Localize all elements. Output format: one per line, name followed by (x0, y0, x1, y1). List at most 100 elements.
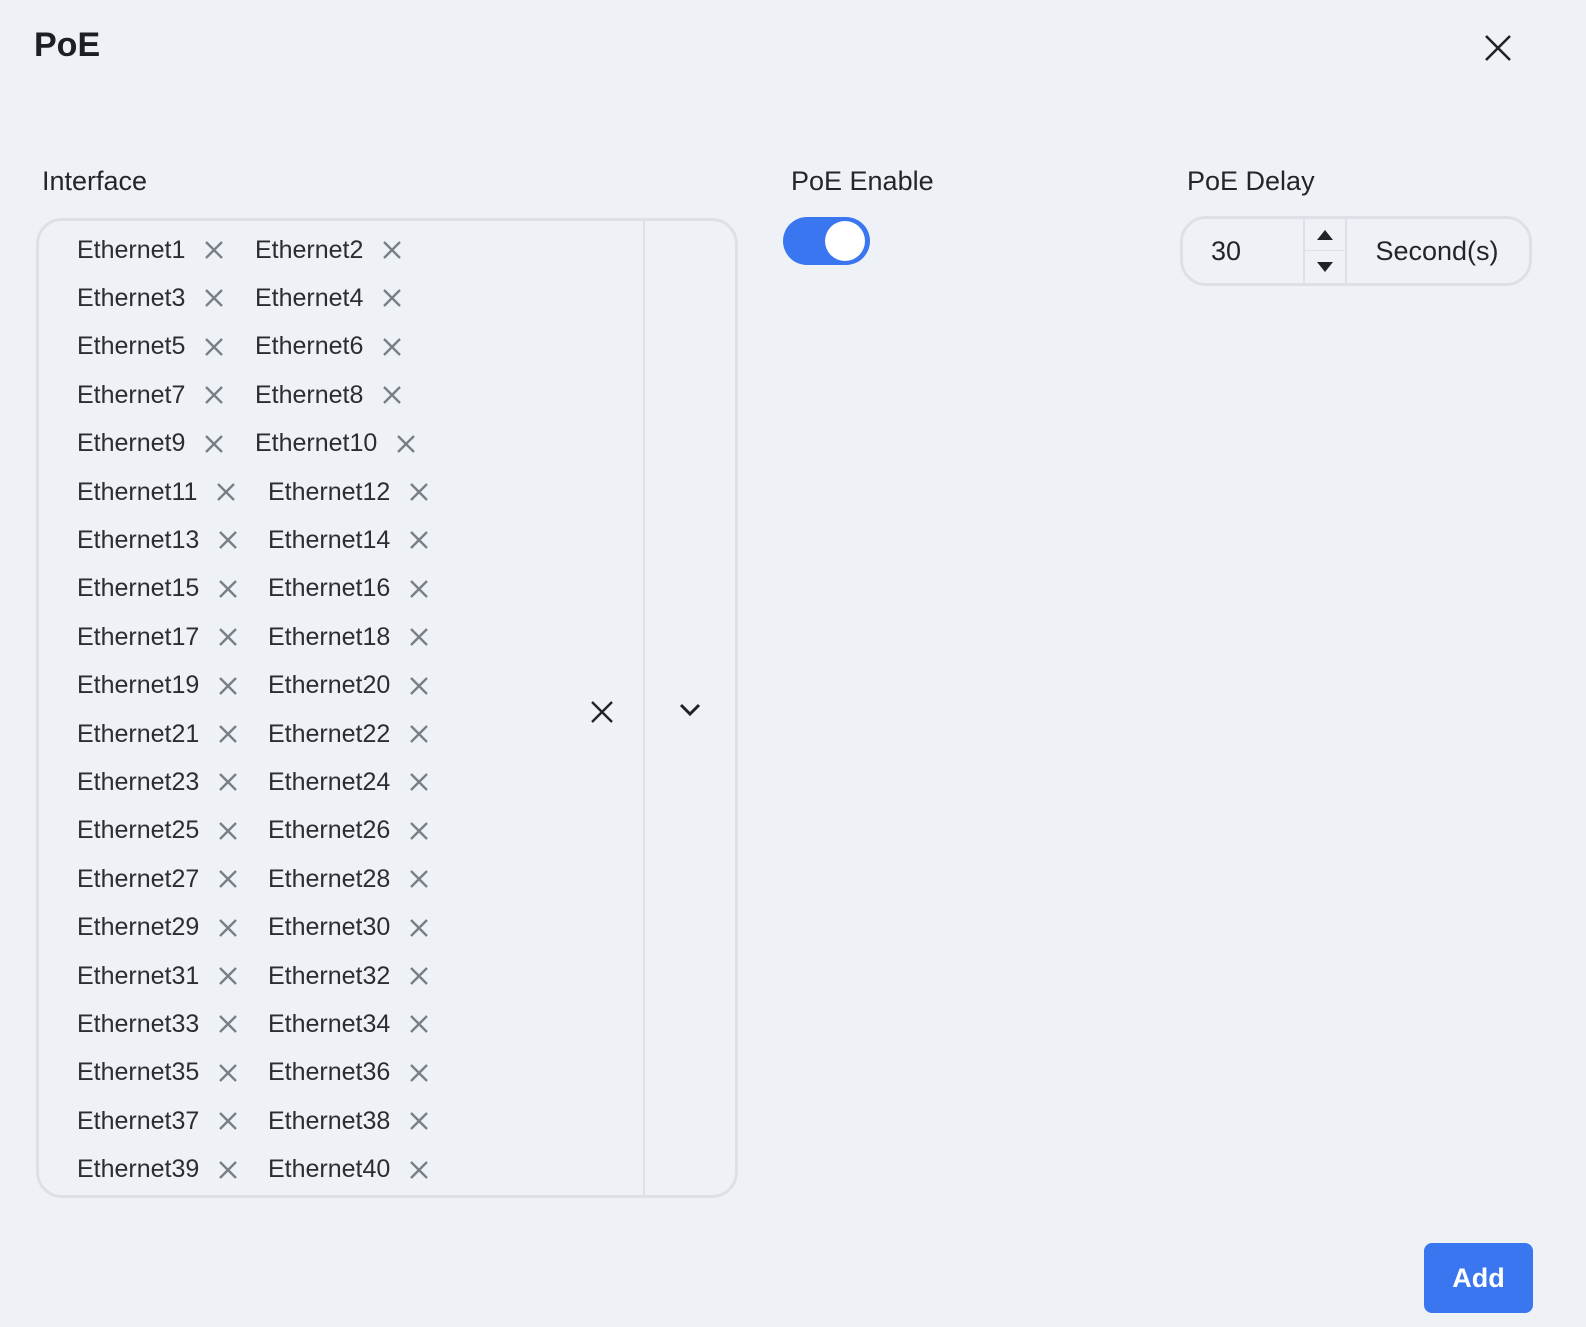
chevron-down-icon (679, 703, 701, 717)
remove-chip-button[interactable] (408, 1013, 430, 1035)
remove-chip-button[interactable] (203, 433, 225, 455)
interface-chip: Ethernet26 (268, 811, 430, 851)
x-icon (410, 483, 429, 501)
remove-chip-button[interactable] (408, 1062, 430, 1084)
remove-chip-button[interactable] (381, 336, 403, 358)
interface-chip: Ethernet9 (77, 424, 225, 464)
interface-chip-label: Ethernet23 (77, 767, 200, 796)
remove-chip-button[interactable] (217, 1013, 239, 1035)
clear-all-button[interactable] (587, 697, 617, 727)
remove-chip-button[interactable] (408, 626, 430, 648)
remove-chip-button[interactable] (408, 529, 430, 551)
interface-chip-label: Ethernet31 (77, 961, 200, 990)
remove-chip-button[interactable] (381, 287, 403, 309)
step-down-button[interactable] (1305, 251, 1345, 283)
remove-chip-button[interactable] (203, 239, 225, 261)
interface-chip-label: Ethernet35 (77, 1058, 200, 1087)
remove-chip-button[interactable] (408, 723, 430, 745)
remove-chip-button[interactable] (215, 481, 237, 503)
remove-chip-button[interactable] (217, 723, 239, 745)
remove-chip-button[interactable] (381, 384, 403, 406)
delay-unit-label: Second(s) (1375, 236, 1499, 266)
interface-chip-label: Ethernet5 (77, 332, 186, 361)
remove-chip-button[interactable] (217, 868, 239, 890)
remove-chip-button[interactable] (217, 965, 239, 987)
interface-chip-label: Ethernet7 (77, 380, 186, 409)
remove-chip-button[interactable] (408, 965, 430, 987)
interface-chip-label: Ethernet22 (268, 719, 391, 748)
remove-chip-button[interactable] (217, 626, 239, 648)
interface-chip: Ethernet4 (255, 278, 403, 318)
remove-chip-button[interactable] (381, 239, 403, 261)
add-button[interactable]: Add (1424, 1243, 1533, 1313)
interface-multiselect[interactable]: Ethernet1 Ethernet2 Ethernet3 Ethernet4 Ethe… (36, 218, 738, 1198)
x-icon (410, 1063, 429, 1082)
interface-chip-label: Ethernet25 (77, 816, 200, 845)
interface-chip: Ethernet14 (268, 520, 430, 560)
remove-chip-button[interactable] (408, 917, 430, 939)
x-icon (410, 1015, 429, 1034)
interface-chip: Ethernet21 (77, 714, 239, 754)
remove-chip-button[interactable] (408, 1159, 430, 1181)
poe-enable-toggle[interactable] (783, 217, 870, 265)
remove-chip-button[interactable] (217, 1062, 239, 1084)
interface-chip: Ethernet23 (77, 762, 239, 802)
x-icon (217, 483, 236, 501)
x-icon (219, 725, 238, 743)
close-button[interactable] (1478, 28, 1518, 68)
remove-chip-button[interactable] (217, 578, 239, 600)
remove-chip-button[interactable] (217, 771, 239, 793)
interface-chip-label: Ethernet8 (255, 380, 364, 409)
interface-chip: Ethernet22 (268, 714, 430, 754)
x-icon (219, 870, 238, 889)
interface-chip: Ethernet12 (268, 472, 430, 512)
remove-chip-button[interactable] (217, 675, 239, 697)
x-icon (219, 821, 238, 840)
x-icon (410, 676, 429, 695)
selected-interfaces-list: Ethernet1 Ethernet2 Ethernet3 Ethernet4 Ethe… (39, 221, 643, 1195)
x-icon (219, 628, 238, 647)
poe-delay-input[interactable] (1183, 219, 1301, 283)
interface-chip-label: Ethernet29 (77, 913, 200, 942)
interface-chip-label: Ethernet32 (268, 961, 391, 990)
step-up-button[interactable] (1305, 219, 1345, 251)
interface-chip-label: Ethernet14 (268, 525, 391, 554)
interface-chip-label: Ethernet39 (77, 1155, 200, 1184)
x-icon (205, 241, 224, 259)
interface-chip-label: Ethernet34 (268, 1009, 391, 1038)
remove-chip-button[interactable] (408, 1110, 430, 1132)
remove-chip-button[interactable] (408, 771, 430, 793)
close-icon (1485, 35, 1511, 61)
poe-enable-label: PoE Enable (791, 166, 934, 196)
interface-chip-label: Ethernet37 (77, 1106, 200, 1135)
triangle-up-icon (1317, 229, 1333, 240)
x-icon (219, 773, 238, 792)
interface-chip: Ethernet37 (77, 1101, 239, 1141)
interface-dropdown-toggle[interactable] (645, 221, 735, 1195)
interface-chip: Ethernet1 (77, 230, 225, 270)
interface-chip: Ethernet27 (77, 859, 239, 899)
interface-chip-label: Ethernet19 (77, 671, 200, 700)
interface-chip: Ethernet36 (268, 1053, 430, 1093)
remove-chip-button[interactable] (408, 868, 430, 890)
interface-chip: Ethernet39 (77, 1150, 239, 1190)
remove-chip-button[interactable] (395, 433, 417, 455)
remove-chip-button[interactable] (203, 384, 225, 406)
triangle-down-icon (1317, 262, 1333, 272)
remove-chip-button[interactable] (408, 675, 430, 697)
remove-chip-button[interactable] (217, 1110, 239, 1132)
remove-chip-button[interactable] (408, 481, 430, 503)
remove-chip-button[interactable] (408, 578, 430, 600)
interface-chip-label: Ethernet2 (255, 235, 364, 264)
remove-chip-button[interactable] (217, 529, 239, 551)
x-icon (410, 628, 429, 647)
remove-chip-button[interactable] (408, 820, 430, 842)
remove-chip-button[interactable] (203, 336, 225, 358)
remove-chip-button[interactable] (217, 917, 239, 939)
interface-chip-label: Ethernet27 (77, 864, 200, 893)
x-icon (219, 1160, 238, 1179)
remove-chip-button[interactable] (217, 1159, 239, 1181)
remove-chip-button[interactable] (217, 820, 239, 842)
interface-chip: Ethernet34 (268, 1004, 430, 1044)
remove-chip-button[interactable] (203, 287, 225, 309)
